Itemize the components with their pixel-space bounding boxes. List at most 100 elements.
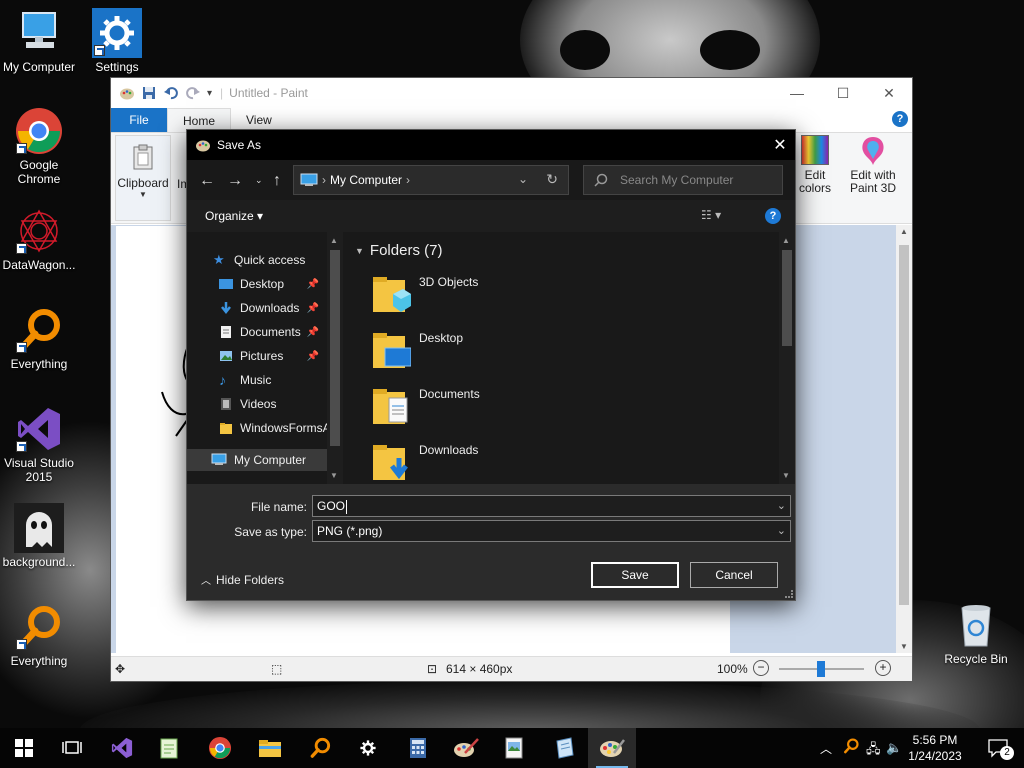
save-as-type-select[interactable]: PNG (*.png) ⌄ [312, 520, 791, 542]
taskbar-clock[interactable]: 5:56 PM 1/24/2023 [900, 732, 970, 764]
cancel-button[interactable]: Cancel [690, 562, 778, 588]
taskbar-file-explorer[interactable] [246, 728, 294, 768]
zoom-out-button[interactable]: − [753, 660, 769, 676]
maximize-button[interactable]: ☐ [820, 78, 866, 108]
taskbar-chrome[interactable] [196, 728, 244, 768]
nav-item-music[interactable]: ♪ Music [187, 369, 327, 391]
nav-item-windowsformsa[interactable]: WindowsFormsA [187, 417, 331, 439]
folder-downloads[interactable]: Downloads [371, 438, 671, 488]
up-arrow-icon[interactable]: ↑ [273, 172, 281, 190]
forward-arrow-icon[interactable]: → [227, 172, 243, 190]
paint-help-icon[interactable]: ? [892, 111, 908, 127]
zoom-slider-thumb[interactable] [817, 661, 825, 677]
monitor-icon [14, 8, 64, 58]
desktop-icon-datawagon[interactable]: DataWagon... [0, 206, 78, 272]
taskbar-image-viewer[interactable] [490, 728, 538, 768]
desktop-icon-everything-2[interactable]: Everything [0, 602, 78, 668]
address-dropdown-icon[interactable]: ⌄ [518, 172, 528, 186]
start-button[interactable] [0, 728, 48, 768]
close-button[interactable]: ✕ [866, 78, 912, 108]
change-view-icon[interactable]: ☷ ▾ [701, 208, 721, 222]
chrome-icon [14, 106, 64, 156]
taskbar-everything[interactable] [296, 728, 344, 768]
visual-studio-icon [111, 737, 133, 759]
nav-quick-access[interactable]: ★ Quick access [187, 249, 327, 271]
film-icon [219, 397, 233, 411]
star-icon: ★ [213, 252, 225, 267]
nav-my-computer[interactable]: My Computer [187, 449, 327, 471]
undo-icon[interactable] [163, 85, 179, 101]
everything-tray-icon[interactable] [842, 737, 860, 758]
dialog-title: Save As [217, 138, 262, 152]
nav-item-documents[interactable]: Documents 📌 [187, 321, 327, 343]
paint-vertical-scrollbar[interactable]: ▲ ▼ [896, 225, 912, 653]
clipboard-group[interactable]: Clipboard ▼ [115, 135, 171, 221]
zoom-level: 100% [717, 662, 748, 676]
recent-locations-icon[interactable]: ⌄ [255, 175, 263, 186]
save-icon[interactable] [141, 85, 157, 101]
nav-item-pictures[interactable]: Pictures 📌 [187, 345, 327, 367]
clipboard-icon [132, 144, 154, 170]
palette-brush-icon [454, 738, 479, 757]
desktop-icon-background[interactable]: background... [0, 503, 78, 569]
desktop-icon-my-computer[interactable]: My Computer [0, 8, 78, 74]
redo-icon[interactable] [185, 85, 201, 101]
gear-icon [360, 740, 376, 756]
desktop-icon-everything[interactable]: Everything [0, 305, 78, 371]
desktop-icon-settings[interactable]: Settings [78, 8, 156, 74]
dialog-save-fields: File name: GOO ⌄ Save as type: PNG (*.pn… [187, 484, 795, 600]
customize-qat-icon[interactable]: ▾ [207, 88, 212, 99]
dialog-command-bar: Organize ▾ ☷ ▾ ? [187, 200, 795, 232]
tab-file[interactable]: File [111, 108, 167, 132]
taskbar-calculator[interactable] [394, 728, 442, 768]
task-view-button[interactable] [48, 728, 96, 768]
minimize-button[interactable]: — [774, 78, 820, 108]
color-spectrum-icon [801, 135, 829, 165]
show-hidden-icons-chevron-icon[interactable]: ︿ [820, 740, 832, 757]
search-input[interactable]: Search My Computer [583, 165, 783, 195]
taskbar-visual-studio[interactable] [98, 728, 146, 768]
nav-item-videos[interactable]: Videos [187, 393, 327, 415]
save-button[interactable]: Save [591, 562, 679, 588]
desktop-icon-google-chrome[interactable]: Google Chrome [0, 106, 78, 186]
folder-desktop[interactable]: Desktop [371, 326, 671, 376]
taskbar-paint[interactable] [588, 728, 636, 768]
back-arrow-icon[interactable]: ← [199, 172, 215, 190]
address-bar[interactable]: › My Computer › ⌄ ↻ [293, 165, 569, 195]
dialog-close-button[interactable]: ✕ [765, 130, 795, 160]
taskbar-settings[interactable] [344, 728, 392, 768]
nav-item-downloads[interactable]: Downloads 📌 [187, 297, 327, 319]
desktop-folder-icon [371, 328, 412, 372]
folder-3d-objects[interactable]: 3D Objects [371, 270, 671, 320]
edit-colors-button[interactable]: Edit colors [793, 135, 837, 221]
file-name-input[interactable]: GOO ⌄ [312, 495, 791, 517]
desktop-icon-recycle-bin[interactable]: Recycle Bin [940, 602, 1012, 666]
taskbar: ︿ 🖧 🔈 5:56 PM 1/24/2023 2 [0, 728, 1024, 768]
action-center-button[interactable]: 2 [988, 738, 1014, 760]
navigation-pane-scrollbar[interactable]: ▲ ▼ [327, 232, 343, 484]
files-pane-scrollbar[interactable]: ▲ ▼ [779, 232, 795, 484]
computer-icon [300, 173, 318, 187]
file-name-label: File name: [250, 500, 307, 514]
taskbar-notepad-plus[interactable] [146, 728, 194, 768]
save-type-dropdown-icon[interactable]: ⌄ [777, 521, 786, 541]
image-size-label: 614 × 460px [446, 662, 513, 676]
notepad-icon [160, 738, 178, 759]
zoom-in-button[interactable]: + [875, 660, 891, 676]
nav-item-desktop[interactable]: Desktop 📌 [187, 273, 327, 295]
desktop-icon-visual-studio[interactable]: Visual Studio 2015 [0, 404, 78, 484]
network-icon[interactable]: 🖧 [866, 740, 881, 762]
edit-with-paint3d-button[interactable]: Edit with Paint 3D [845, 135, 901, 221]
dialog-help-icon[interactable]: ? [765, 208, 781, 224]
folder-documents[interactable]: Documents [371, 382, 671, 432]
hide-folders-button[interactable]: ︿ Hide Folders [201, 572, 284, 587]
refresh-icon[interactable]: ↻ [546, 171, 558, 188]
navigation-pane: ★ Quick access Desktop 📌 Downloads 📌 Doc… [187, 232, 343, 484]
ghost-image-icon [14, 503, 64, 553]
taskbar-paint-brush-app[interactable] [442, 728, 490, 768]
resize-grip[interactable] [785, 590, 793, 598]
file-name-dropdown-icon[interactable]: ⌄ [777, 496, 786, 516]
organize-button[interactable]: Organize ▾ [205, 209, 263, 223]
taskbar-notebook-app[interactable] [540, 728, 588, 768]
folders-group-header[interactable]: ▼ Folders (7) [355, 242, 442, 259]
